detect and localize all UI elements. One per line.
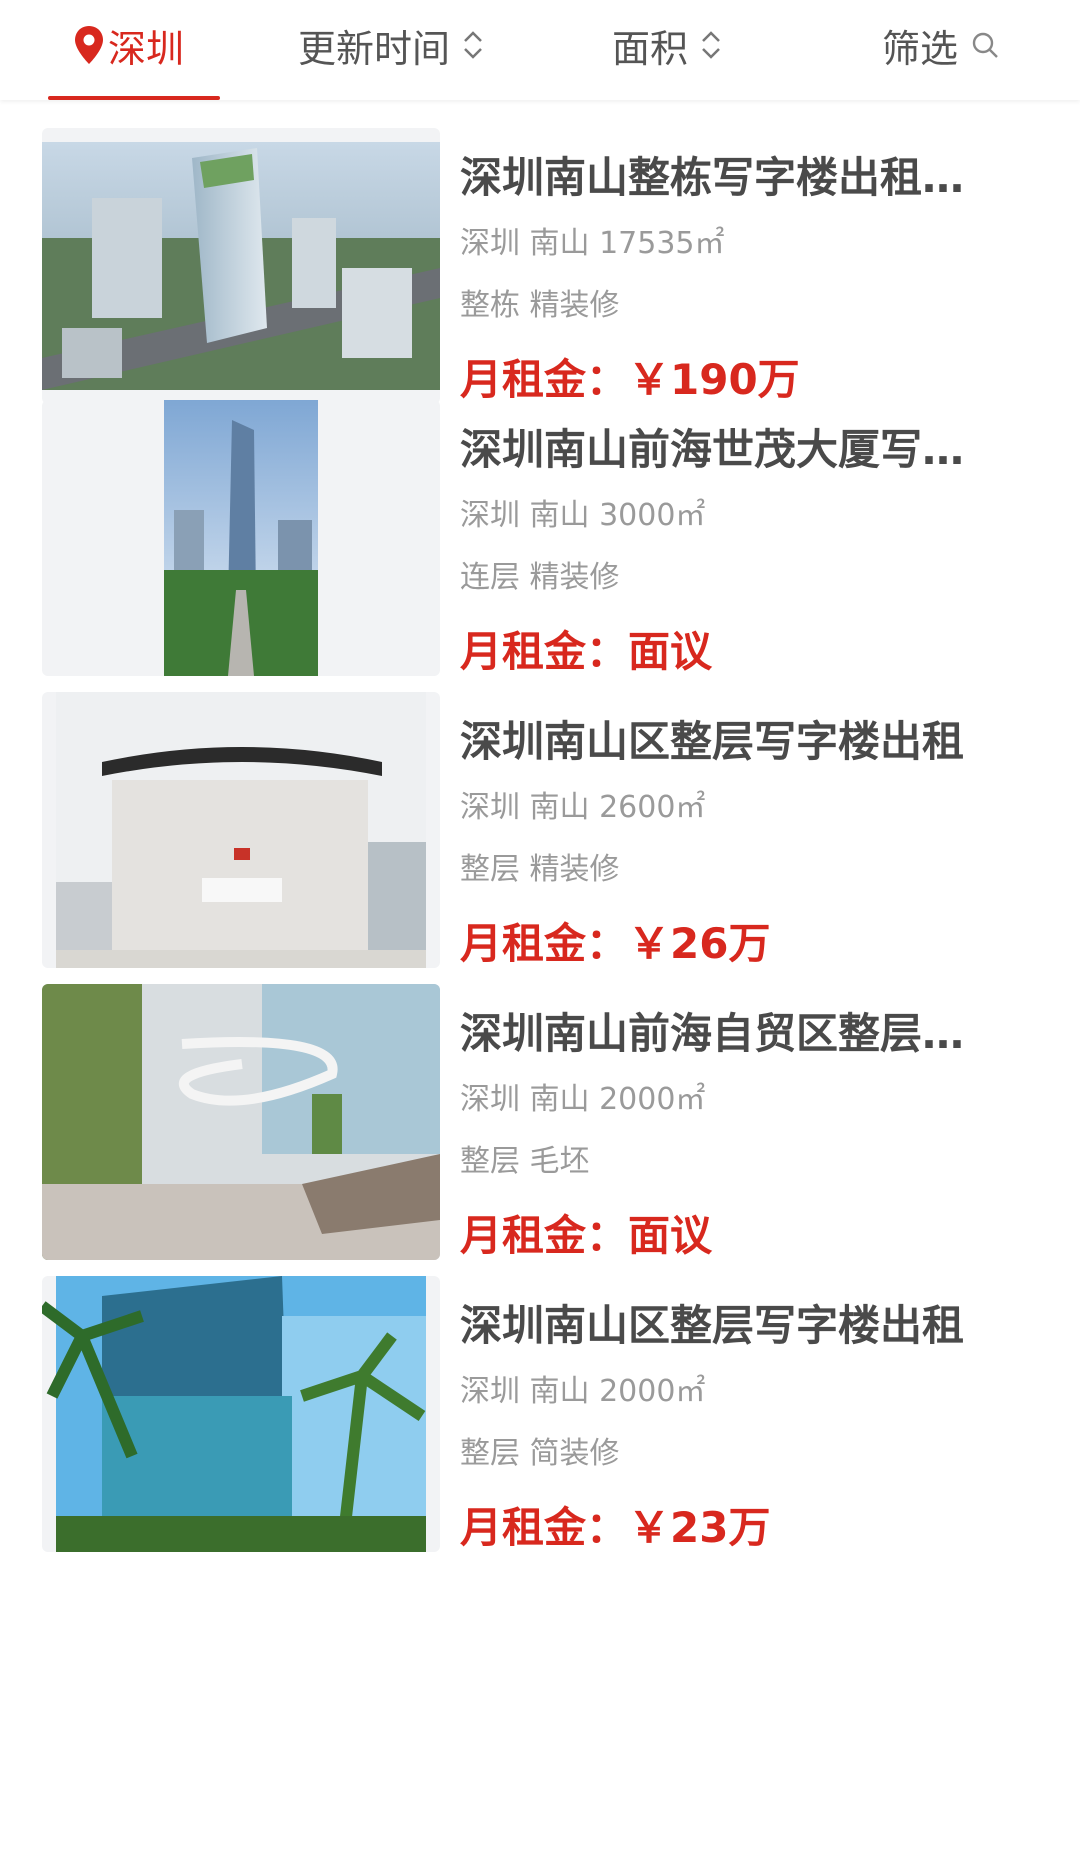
listing-price: 月租金：￥23万 [460, 1500, 770, 1556]
listing-location: 深圳 南山 2000㎡ [460, 1082, 706, 1117]
listing-card[interactable]: 深圳南山整栋写字楼出租写字楼 深圳 南山 17535㎡ 整栋 精装修 月租金：￥… [0, 128, 1080, 428]
price-value: 面议 [628, 1211, 713, 1260]
lobby-reception-image [56, 692, 426, 968]
listing-location: 深圳 南山 2600㎡ [460, 790, 706, 825]
listing-price: 月租金：面议 [460, 1208, 712, 1264]
sort-updown-icon [702, 31, 720, 59]
price-label: 月租金： [460, 355, 629, 404]
listing-image [42, 400, 440, 676]
listing-title: 深圳南山区整层写字楼出租 [460, 717, 965, 766]
listing-tags: 整层 精装修 [460, 852, 620, 887]
listing-image [42, 984, 440, 1260]
price-label: 月租金： [460, 627, 629, 676]
sort-update-time[interactable]: 更新时间 [298, 16, 486, 74]
atrium-staircase-image [42, 984, 440, 1260]
listing-title: 深圳南山整栋写字楼出租写字楼 [460, 153, 1000, 202]
sort-area-label: 面积 [612, 26, 689, 71]
sort-update-time-label: 更新时间 [298, 26, 451, 71]
glass-building-palms-image [42, 1276, 426, 1552]
city-filter-label: 深圳 [108, 26, 185, 71]
active-tab-indicator [48, 96, 220, 100]
listing-card[interactable]: 深圳南山区整层写字楼出租 深圳 南山 2000㎡ 整层 简装修 月租金：￥23万 [0, 1276, 1080, 1576]
sort-area[interactable]: 面积 [612, 16, 724, 74]
filter-bar: 深圳 更新时间 面积 筛选 [0, 0, 1080, 100]
listing-title: 深圳南山前海世茂大厦写字楼 [460, 425, 1000, 474]
price-value: ￥23万 [628, 1503, 771, 1552]
listing-image [42, 1276, 440, 1552]
price-value: ￥190万 [628, 355, 800, 404]
listing-price: 月租金：￥26万 [460, 916, 770, 972]
price-value: ￥26万 [628, 919, 771, 968]
listing-tags: 整层 简装修 [460, 1436, 620, 1471]
price-label: 月租金： [460, 1503, 629, 1552]
search-icon [972, 32, 998, 58]
filter-button-label: 筛选 [882, 26, 959, 71]
listing-image [42, 128, 440, 404]
price-label: 月租金： [460, 919, 629, 968]
listing-location: 深圳 南山 3000㎡ [460, 498, 706, 533]
listing-price: 月租金：面议 [460, 624, 712, 680]
listing-tags: 连层 精装修 [460, 560, 620, 595]
price-value: 面议 [628, 627, 713, 676]
tower-street-image [164, 400, 318, 676]
price-label: 月租金： [460, 1211, 629, 1260]
city-filter[interactable]: 深圳 [72, 16, 184, 74]
location-pin-icon [75, 26, 103, 64]
filter-button[interactable]: 筛选 [882, 16, 1000, 74]
listing-card[interactable]: 深圳南山前海世茂大厦写字楼 深圳 南山 3000㎡ 连层 精装修 月租金：面议 [0, 400, 1080, 700]
listing-location: 深圳 南山 17535㎡ [460, 226, 725, 261]
listing-card[interactable]: 深圳南山前海自贸区整层写字楼 深圳 南山 2000㎡ 整层 毛坯 月租金：面议 [0, 984, 1080, 1284]
listing-location: 深圳 南山 2000㎡ [460, 1374, 706, 1409]
sort-updown-icon [464, 31, 482, 59]
listing-title: 深圳南山区整层写字楼出租 [460, 1301, 965, 1350]
listing-tags: 整层 毛坯 [460, 1144, 590, 1179]
aerial-skyscraper-image [42, 142, 440, 390]
listing-tags: 整栋 精装修 [460, 288, 620, 323]
listing-image [42, 692, 440, 968]
listing-title: 深圳南山前海自贸区整层写字楼 [460, 1009, 1000, 1058]
listing-card[interactable]: 深圳南山区整层写字楼出租 深圳 南山 2600㎡ 整层 精装修 月租金：￥26万 [0, 692, 1080, 992]
